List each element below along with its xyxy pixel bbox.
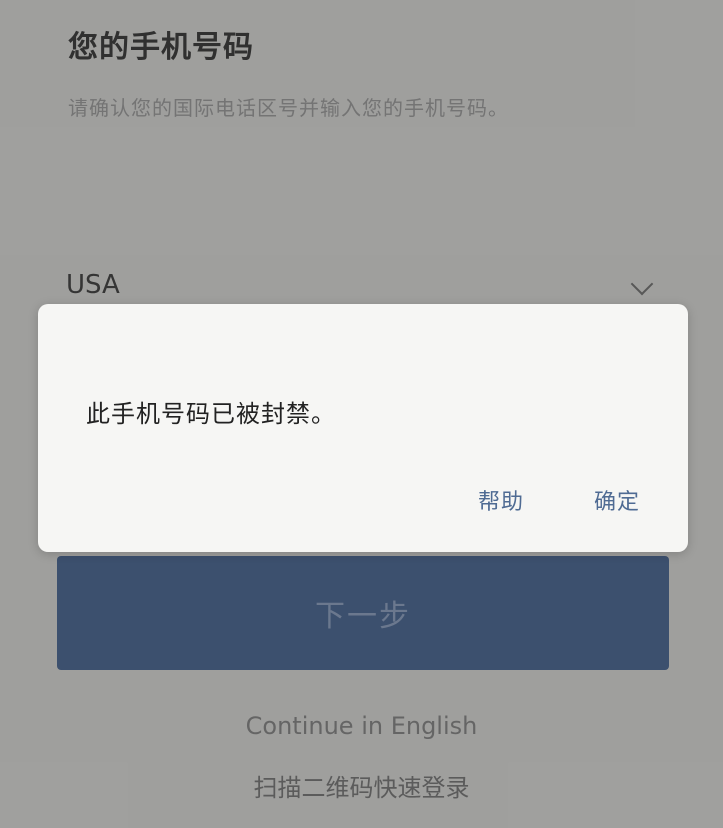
ok-button[interactable]: 确定 bbox=[594, 484, 640, 516]
alert-dialog: 此手机号码已被封禁。 帮助 确定 bbox=[38, 304, 688, 552]
help-button[interactable]: 帮助 bbox=[478, 484, 524, 516]
dialog-actions: 帮助 确定 bbox=[478, 484, 640, 516]
login-screen: 您的手机号码 请确认您的国际电话区号并输入您的手机号码。 USA 下一步 Con… bbox=[0, 0, 723, 828]
dialog-message: 此手机号码已被封禁。 bbox=[86, 400, 336, 428]
